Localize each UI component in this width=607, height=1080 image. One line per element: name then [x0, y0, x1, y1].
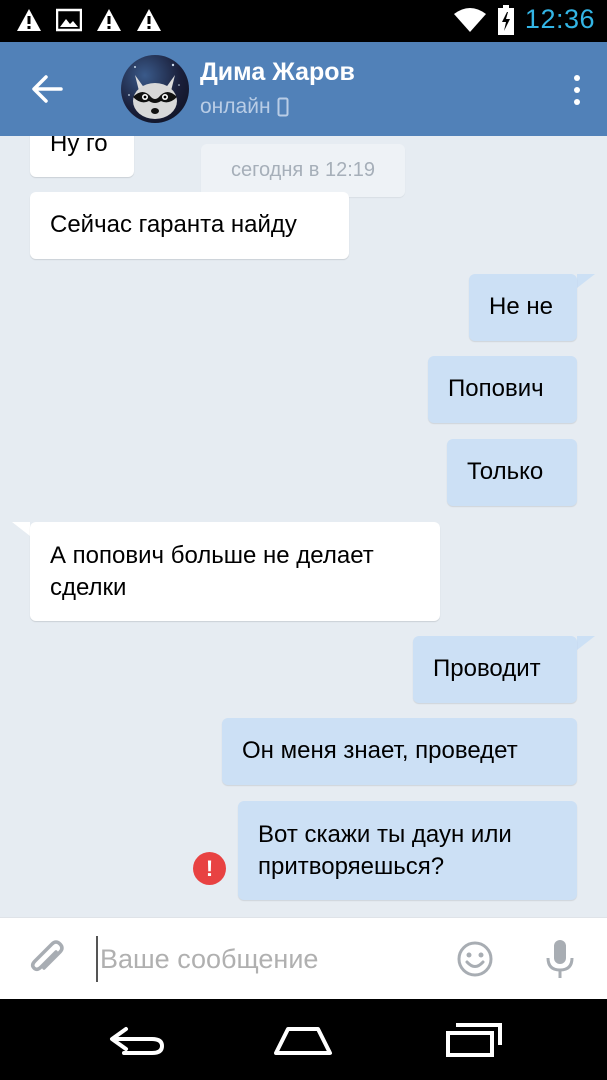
paperclip-icon — [30, 940, 64, 972]
attach-button[interactable] — [26, 938, 68, 980]
raccoon-avatar-image — [128, 63, 180, 119]
message-text-line: сделки — [50, 574, 127, 601]
message-outgoing[interactable]: Только — [447, 439, 577, 506]
compose-bar — [0, 917, 607, 999]
warning-icon — [17, 9, 41, 31]
chat-header: Дима Жаров онлайн — [0, 42, 607, 136]
smiley-icon — [457, 941, 493, 977]
dot-icon — [574, 87, 580, 93]
wifi-icon — [453, 7, 486, 32]
clock: 12:36 — [524, 4, 595, 34]
message-text: Проводит — [433, 655, 541, 682]
message-outgoing[interactable]: Вот скажи ты даун или притворяешься? — [238, 801, 577, 900]
contact-name[interactable]: Дима Жаров — [200, 58, 355, 87]
recents-icon — [446, 1023, 502, 1057]
avatar[interactable] — [121, 55, 189, 123]
message-outgoing[interactable]: Он меня знает, проведет — [222, 718, 577, 785]
message-text: Он меня знает, проведет — [242, 737, 518, 764]
back-icon — [110, 1027, 165, 1055]
microphone-icon — [546, 940, 574, 978]
mobile-phone-icon — [277, 97, 289, 117]
message-text: Ну го — [50, 136, 108, 157]
message-text: Сейчас гаранта найду — [50, 211, 297, 238]
message-outgoing[interactable]: Не не — [469, 274, 577, 341]
more-options-button[interactable] — [567, 70, 587, 110]
home-icon — [274, 1027, 332, 1055]
message-text-line: притворяешься? — [258, 853, 445, 880]
warning-icon — [137, 9, 161, 31]
system-navigation-bar — [0, 999, 607, 1080]
message-outgoing[interactable]: Попович — [428, 356, 577, 423]
dot-icon — [574, 99, 580, 105]
message-incoming[interactable]: Сейчас гаранта найду — [30, 192, 349, 259]
status-bar: 12:36 — [0, 0, 607, 42]
battery-charging-icon — [497, 4, 514, 35]
message-outgoing[interactable]: Проводит — [413, 636, 577, 703]
message-text-line: Вот скажи ты даун или — [258, 821, 512, 848]
message-text-line: А попович больше не делает — [50, 542, 374, 569]
emoji-button[interactable] — [456, 940, 494, 978]
bubble-tail — [577, 636, 595, 650]
bubble-tail — [12, 522, 30, 536]
back-button[interactable] — [24, 66, 70, 112]
warning-icon — [97, 9, 121, 31]
send-error-icon[interactable]: ! — [193, 852, 226, 885]
notification-icons — [16, 8, 162, 32]
dot-icon — [574, 75, 580, 81]
status-text: онлайн — [200, 95, 271, 118]
arrow-left-icon — [32, 75, 63, 103]
message-list[interactable]: Ну го сегодня в 12:19 Сейчас гаранта най… — [0, 136, 607, 917]
date-separator: сегодня в 12:19 — [201, 144, 405, 197]
nav-back-button[interactable] — [104, 1019, 174, 1061]
message-text: Попович — [448, 375, 544, 402]
message-incoming[interactable]: А попович больше не делает сделки — [30, 522, 440, 621]
message-text: Не не — [489, 293, 553, 320]
message-text: Только — [467, 458, 544, 485]
nav-home-button[interactable] — [268, 1019, 338, 1061]
contact-status: онлайн — [200, 95, 289, 119]
image-icon — [56, 8, 82, 32]
voice-message-button[interactable] — [544, 938, 576, 980]
message-incoming[interactable]: Ну го — [30, 136, 134, 177]
bubble-tail — [577, 274, 595, 288]
message-input[interactable] — [96, 936, 436, 982]
nav-recents-button[interactable] — [438, 1019, 508, 1061]
